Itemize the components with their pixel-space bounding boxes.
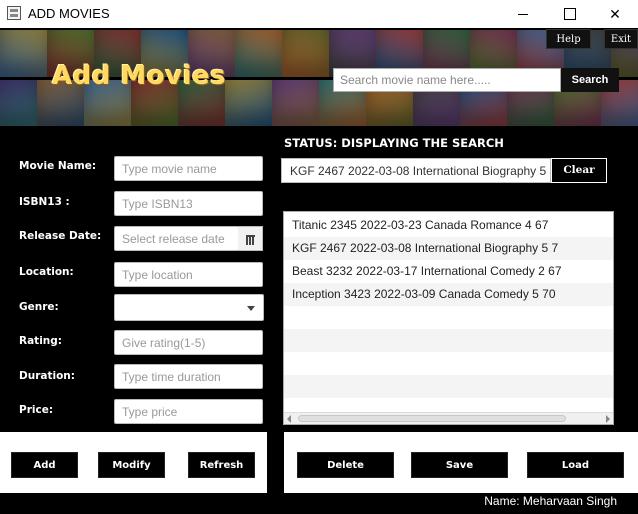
list-item-empty <box>284 329 613 352</box>
price-input[interactable] <box>114 399 263 424</box>
refresh-button[interactable]: Refresh <box>188 452 255 478</box>
isbn-label: ISBN13 : <box>19 196 70 208</box>
calendar-icon[interactable] <box>238 226 263 251</box>
location-label: Location: <box>19 266 74 278</box>
add-button[interactable]: Add <box>11 452 78 478</box>
duration-label: Duration: <box>19 370 75 382</box>
exit-button[interactable]: Exit <box>604 29 638 49</box>
window-title: ADD MOVIES <box>28 6 110 21</box>
minimize-button[interactable] <box>500 0 546 28</box>
search-result-field[interactable]: KGF 2467 2022-03-08 International Biogra… <box>281 158 551 183</box>
poster-image <box>0 30 49 77</box>
list-item[interactable]: Titanic 2345 2022-03-23 Canada Romance 4… <box>284 214 613 237</box>
search-input[interactable] <box>333 68 561 92</box>
app-window: ADD MOVIES ✕ Add Movies Help Exit Search… <box>0 0 638 514</box>
isbn-input[interactable] <box>114 191 263 216</box>
help-button[interactable]: Help <box>546 29 591 49</box>
poster-image <box>235 30 284 77</box>
price-label: Price: <box>19 404 54 416</box>
clear-button[interactable]: Clear <box>551 158 607 183</box>
list-item-empty <box>284 306 613 329</box>
list-item[interactable]: Inception 3423 2022-03-09 Canada Comedy … <box>284 283 613 306</box>
rating-input[interactable] <box>114 330 263 355</box>
list-item[interactable]: KGF 2467 2022-03-08 International Biogra… <box>284 237 613 260</box>
footer-name: Name: Meharvaan Singh <box>484 494 617 508</box>
poster-image <box>282 30 331 77</box>
title-bar: ADD MOVIES ✕ <box>0 0 638 28</box>
right-button-panel: Delete Save Load <box>284 432 638 493</box>
release-date-input[interactable] <box>114 226 239 251</box>
list-item-empty <box>284 352 613 375</box>
movie-name-label: Movie Name: <box>19 160 97 172</box>
maximize-button[interactable] <box>546 0 592 28</box>
duration-input[interactable] <box>114 364 263 389</box>
chevron-down-icon <box>247 306 255 311</box>
horizontal-scrollbar[interactable] <box>284 412 613 424</box>
genre-label: Genre: <box>19 301 59 313</box>
banner: Add Movies Help Exit Search <box>0 28 638 126</box>
poster-image <box>0 80 39 126</box>
genre-dropdown[interactable] <box>114 294 264 321</box>
scroll-left-icon[interactable] <box>287 415 291 423</box>
search-button[interactable]: Search <box>561 68 619 92</box>
location-input[interactable] <box>114 262 263 287</box>
close-button[interactable]: ✕ <box>592 0 638 28</box>
movie-name-input[interactable] <box>114 156 263 181</box>
list-item-empty <box>284 375 613 398</box>
list-item[interactable]: Beast 3232 2022-03-17 International Come… <box>284 260 613 283</box>
banner-title: Add Movies <box>52 61 227 91</box>
rating-label: Rating: <box>19 335 62 347</box>
scroll-right-icon[interactable] <box>606 415 610 423</box>
left-button-panel: Add Modify Refresh <box>0 432 267 493</box>
poster-image <box>225 80 274 126</box>
modify-button[interactable]: Modify <box>98 452 165 478</box>
load-button[interactable]: Load <box>527 452 624 478</box>
release-date-label: Release Date: <box>19 230 102 242</box>
poster-image <box>272 80 321 126</box>
app-icon <box>7 6 21 20</box>
save-button[interactable]: Save <box>411 452 508 478</box>
scrollbar-thumb[interactable] <box>298 415 566 422</box>
movie-list[interactable]: Titanic 2345 2022-03-23 Canada Romance 4… <box>283 211 614 425</box>
status-text: STATUS: DISPLAYING THE SEARCH <box>284 136 504 150</box>
delete-button[interactable]: Delete <box>297 452 394 478</box>
